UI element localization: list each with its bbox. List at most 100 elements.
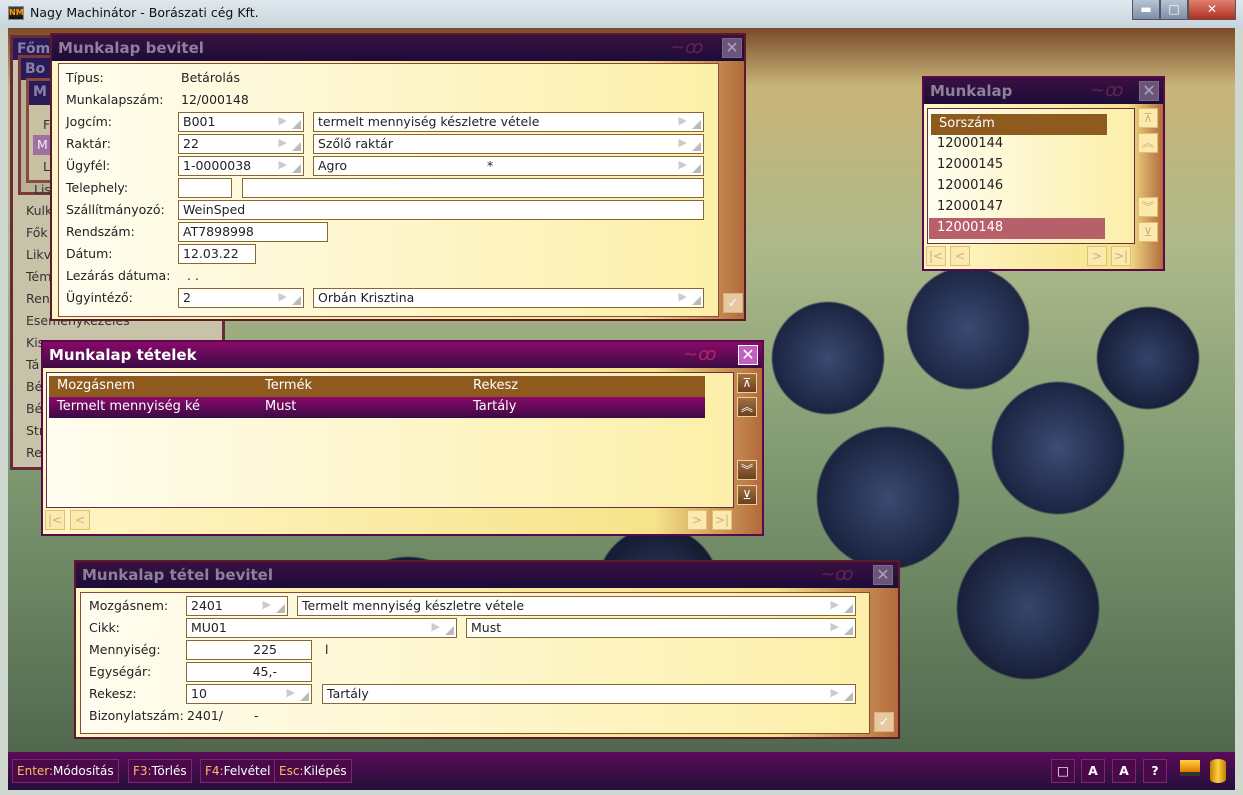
lookup-arrow-icon[interactable]: ▶ xyxy=(279,136,287,149)
close-icon[interactable]: ✕ xyxy=(738,345,758,365)
lookup-arrow-icon[interactable]: ▶ xyxy=(279,158,287,171)
scroll-first-button[interactable]: ⊼ xyxy=(1138,108,1158,128)
nav-end-button[interactable]: >| xyxy=(1111,246,1131,266)
nav-left-button[interactable]: < xyxy=(950,246,970,266)
lookup-arrow-icon[interactable]: ▶ xyxy=(679,158,687,171)
fkey-felvétel-button[interactable]: F4:Felvétel xyxy=(200,759,276,783)
ok-check-button[interactable]: ✓ xyxy=(874,712,894,732)
list-row[interactable]: 12000148 xyxy=(929,218,1105,239)
jogcim-label: Jogcím: xyxy=(66,114,113,129)
resize-corner-icon xyxy=(692,120,701,129)
mozgasnem-desc-field[interactable]: Termelt mennyiség készletre vétele ▶ xyxy=(297,596,856,616)
ugyfel-desc-field[interactable]: Agro ▶ xyxy=(313,156,704,176)
raktar-code-field[interactable]: 22 ▶ xyxy=(178,134,304,154)
nav-right-button[interactable]: > xyxy=(687,510,707,530)
close-button[interactable]: ✕ xyxy=(1188,0,1236,20)
column-header[interactable]: Rekesz xyxy=(465,376,526,397)
jogcim-desc-field[interactable]: termelt mennyiség készletre vétele ▶ xyxy=(313,112,704,132)
window-titlebar[interactable]: NM Nagy Machinátor - Borászati cég Kft. … xyxy=(0,0,1243,28)
lookup-arrow-icon[interactable]: ▶ xyxy=(287,686,295,699)
font-smaller-icon[interactable]: A xyxy=(1112,759,1136,783)
maximize-button[interactable]: □ xyxy=(1160,0,1188,20)
lookup-arrow-icon[interactable]: ▶ xyxy=(831,598,839,611)
munkalap-tetelek-window[interactable]: Munkalap tételek ~ꝏ ✕ xyxy=(41,340,764,536)
fkey-módosítás-button[interactable]: Enter:Módosítás xyxy=(12,759,119,783)
close-icon[interactable]: ✕ xyxy=(873,565,893,585)
cikk-desc-field[interactable]: Must ▶ xyxy=(466,618,856,638)
mozgasnem-desc-field-value: Termelt mennyiség készletre vétele xyxy=(302,598,525,613)
menu-item[interactable]: Lis xyxy=(34,182,51,197)
nav-right-button[interactable]: > xyxy=(1087,246,1107,266)
mennyiseg-unit: l xyxy=(325,642,329,657)
menu-item[interactable]: Kulk xyxy=(26,203,52,218)
ugyintezo-code-field[interactable]: 2 ▶ xyxy=(178,288,304,308)
tipus-label: Típus: xyxy=(66,70,104,85)
mozgasnem-code-field[interactable]: 2401 ▶ xyxy=(186,596,288,616)
menu-item[interactable]: Tá xyxy=(26,357,39,372)
menu-item[interactable]: Ren xyxy=(26,291,50,306)
rekesz-desc-field[interactable]: Tartály ▶ xyxy=(322,684,856,704)
szallitmanyozo-field[interactable]: WeinSped xyxy=(178,200,704,220)
ugyfel-code-field[interactable]: 1-0000038 ▶ xyxy=(178,156,304,176)
menu-item[interactable]: Re xyxy=(26,445,42,460)
submenu-item[interactable]: L xyxy=(43,159,50,174)
nav-end-button[interactable]: >| xyxy=(712,510,732,530)
nav-left-button[interactable]: < xyxy=(70,510,90,530)
lookup-arrow-icon[interactable]: ▶ xyxy=(279,290,287,303)
egysegar-field[interactable]: 45,- xyxy=(186,662,312,682)
ugyfel-label: Ügyfél: xyxy=(66,158,111,173)
lookup-arrow-icon[interactable]: ▶ xyxy=(831,686,839,699)
rekesz-code-field[interactable]: 10 ▶ xyxy=(186,684,312,704)
close-icon[interactable]: ✕ xyxy=(722,38,742,58)
swirl-logo-icon: ~ꝏ xyxy=(670,37,704,58)
lookup-arrow-icon[interactable]: ▶ xyxy=(831,620,839,633)
window-title: Munkalap tételek xyxy=(43,342,762,368)
lookup-arrow-icon[interactable]: ▶ xyxy=(679,114,687,127)
cikk-code-field[interactable]: MU01 ▶ xyxy=(186,618,457,638)
list-row[interactable]: 12000146 xyxy=(929,176,1105,197)
menu-item[interactable]: Bé xyxy=(26,379,42,394)
lookup-arrow-icon[interactable]: ▶ xyxy=(679,136,687,149)
scroll-prev_page-button[interactable]: ︽ xyxy=(737,397,757,417)
jogcim-code-field[interactable]: B001 ▶ xyxy=(178,112,304,132)
telephely-code-field[interactable] xyxy=(178,178,232,198)
column-header[interactable]: Termék xyxy=(257,376,320,397)
menu-item[interactable]: Likv xyxy=(26,247,51,262)
list-row[interactable]: 12000145 xyxy=(929,155,1105,176)
close-icon[interactable]: ✕ xyxy=(1139,81,1159,101)
database-icon[interactable] xyxy=(1210,759,1226,783)
lookup-arrow-icon[interactable]: ▶ xyxy=(263,598,271,611)
scroll-prev_page-button[interactable]: ︽ xyxy=(1138,133,1158,153)
list-row[interactable]: 12000147 xyxy=(929,197,1105,218)
scroll-last-button[interactable]: ⊻ xyxy=(1138,222,1158,242)
scroll-last-button[interactable]: ⊻ xyxy=(737,485,757,505)
menu-item[interactable]: Tém xyxy=(26,269,51,284)
menu-item[interactable]: Fők xyxy=(26,225,48,240)
nav-home-button[interactable]: |< xyxy=(926,246,946,266)
lookup-arrow-icon[interactable]: ▶ xyxy=(432,620,440,633)
nav-home-button[interactable]: |< xyxy=(45,510,65,530)
lookup-arrow-icon[interactable]: ▶ xyxy=(279,114,287,127)
list-row[interactable]: 12000144 xyxy=(929,134,1105,155)
rendszam-field[interactable]: AT7898998 xyxy=(178,222,328,242)
ugyintezo-desc-field[interactable]: Orbán Krisztina ▶ xyxy=(313,288,704,308)
scroll-first-button[interactable]: ⊼ xyxy=(737,373,757,393)
menu-item[interactable]: Bé xyxy=(26,401,42,416)
minimize-button[interactable]: ▬ xyxy=(1132,0,1160,20)
fkey-törlés-button[interactable]: F3:Törlés xyxy=(128,759,192,783)
fkey-kilépés-button[interactable]: Esc:Kilépés xyxy=(274,759,352,783)
monitor-icon[interactable] xyxy=(1180,760,1200,776)
ok-check-button[interactable]: ✓ xyxy=(723,293,743,313)
font-larger-icon[interactable]: A xyxy=(1081,759,1105,783)
telephely-desc-field[interactable] xyxy=(242,178,704,198)
column-header[interactable]: Mozgásnem xyxy=(49,376,143,397)
column-header-sorszam[interactable]: Sorszám xyxy=(931,114,1107,135)
scroll-next_page-button[interactable]: ︾ xyxy=(1138,197,1158,217)
lookup-arrow-icon[interactable]: ▶ xyxy=(679,290,687,303)
window-toggle-icon[interactable]: □ xyxy=(1051,759,1075,783)
raktar-desc-field[interactable]: Szőlő raktár ▶ xyxy=(313,134,704,154)
mennyiseg-field[interactable]: 225 xyxy=(186,640,312,660)
scroll-next_page-button[interactable]: ︾ xyxy=(737,460,757,480)
help-icon[interactable]: ? xyxy=(1143,759,1167,783)
datum-field[interactable]: 12.03.22 xyxy=(178,244,256,264)
